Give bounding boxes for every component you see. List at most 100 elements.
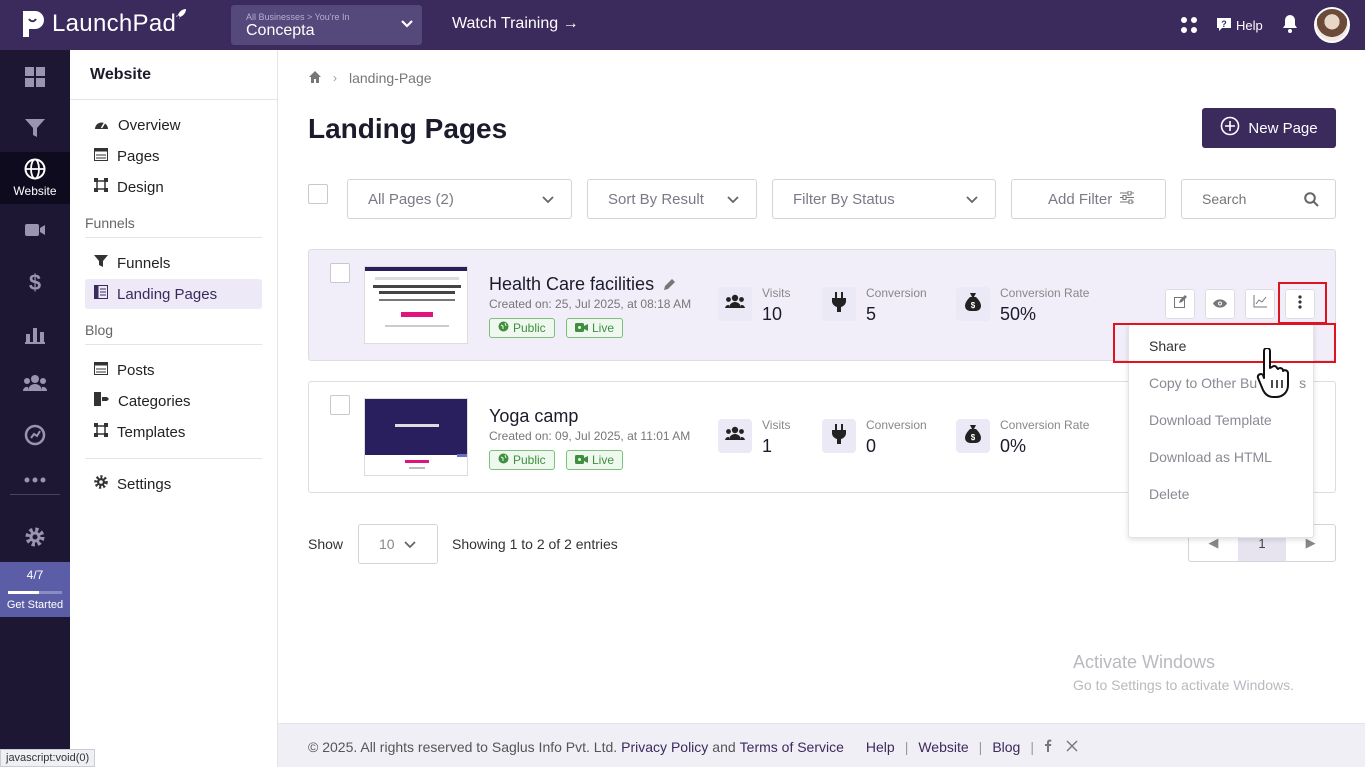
sidebar-item-label: Landing Pages: [117, 285, 218, 303]
visits-stat-icon: [718, 287, 752, 321]
dollar-icon: $: [28, 270, 42, 295]
apps-grid-icon[interactable]: [1180, 16, 1198, 39]
logo[interactable]: LaunchPad: [20, 9, 176, 39]
rail-funnels[interactable]: [0, 117, 70, 144]
chevron-down-icon: [726, 193, 740, 211]
sidebar-item-pages[interactable]: Pages: [85, 141, 262, 171]
privacy-policy-link[interactable]: Privacy Policy: [621, 739, 708, 755]
watermark-line2: Go to Settings to activate Windows.: [1073, 677, 1294, 693]
page-size-value: 10: [379, 536, 395, 552]
notifications-bell-icon[interactable]: [1282, 14, 1298, 39]
search-input[interactable]: [1202, 191, 1292, 207]
page-name[interactable]: Health Care facilities: [489, 274, 654, 295]
video-camera-icon: [24, 222, 46, 243]
footer-blog-link[interactable]: Blog: [992, 739, 1020, 755]
search-icon[interactable]: [1304, 192, 1319, 211]
rail-video[interactable]: [0, 222, 70, 243]
edit-page-button[interactable]: [1165, 289, 1195, 319]
menu-item-delete[interactable]: Delete: [1149, 486, 1189, 502]
get-started-progress-fill: [8, 591, 39, 594]
status-label: Live: [592, 453, 615, 467]
funnel-icon: [24, 117, 46, 144]
x-twitter-icon[interactable]: [1066, 739, 1078, 755]
plus-circle-icon: [1220, 116, 1240, 140]
sort-dropdown[interactable]: Sort By Result: [587, 179, 757, 219]
sidebar-item-funnels[interactable]: Funnels: [85, 248, 262, 278]
sidebar-item-templates[interactable]: Templates: [85, 417, 262, 447]
rail-dashboard[interactable]: [0, 66, 70, 93]
status-badge: Live: [566, 450, 624, 470]
footer-website-link[interactable]: Website: [918, 739, 968, 755]
live-video-icon: [575, 453, 588, 467]
conversion-label: Conversion: [866, 286, 927, 300]
page-thumbnail[interactable]: [364, 266, 468, 344]
user-avatar[interactable]: [1314, 7, 1350, 43]
select-all-checkbox[interactable]: [308, 184, 328, 204]
menu-item-copy-label-tail: s: [1299, 375, 1307, 391]
help-icon: ?: [1216, 16, 1232, 35]
conversion-stat-icon: [822, 287, 856, 321]
row-checkbox[interactable]: [330, 395, 350, 415]
svg-text:?: ?: [1221, 19, 1227, 29]
chevron-down-icon: [965, 193, 979, 211]
visibility-badge: Public: [489, 450, 555, 470]
sidebar-item-categories[interactable]: Categories: [85, 386, 262, 416]
business-selector[interactable]: All Businesses > You're In Concepta: [231, 5, 422, 45]
add-filter-button[interactable]: Add Filter: [1011, 179, 1166, 219]
chevron-down-icon: [541, 193, 555, 211]
rail-analytics[interactable]: [0, 324, 70, 349]
rail-reports[interactable]: [0, 424, 70, 451]
sidebar-divider: [85, 458, 262, 459]
get-started-count: 4/7: [26, 568, 44, 582]
status-label: Live: [592, 321, 615, 335]
search-box[interactable]: [1181, 179, 1336, 219]
home-icon[interactable]: [308, 70, 322, 89]
rail-contacts[interactable]: [0, 374, 70, 397]
conversion-rate-stat-icon: $: [956, 287, 990, 321]
watch-training-link[interactable]: Watch Training →: [452, 15, 579, 33]
status-filter-label: Filter By Status: [793, 190, 895, 208]
business-name: Concepta: [246, 22, 315, 39]
analytics-icon: [24, 324, 46, 349]
browser-status-bar: javascript:void(0): [0, 749, 96, 767]
sidebar-item-posts[interactable]: Posts: [85, 355, 262, 385]
sidebar-section-funnels: Funnels: [85, 215, 135, 231]
all-pages-dropdown[interactable]: All Pages (2): [347, 179, 572, 219]
facebook-icon[interactable]: [1044, 739, 1052, 755]
rail-more[interactable]: [0, 470, 70, 488]
footer-help-link[interactable]: Help: [866, 739, 895, 755]
new-page-button[interactable]: New Page: [1202, 108, 1336, 148]
pencil-icon[interactable]: [663, 278, 676, 296]
users-group-icon: [725, 426, 745, 446]
conversion-value: 0: [866, 436, 877, 456]
sidebar-item-design[interactable]: Design: [85, 172, 262, 202]
row-checkbox[interactable]: [330, 263, 350, 283]
rail-settings[interactable]: [0, 526, 70, 553]
chevron-down-icon: [403, 538, 417, 555]
page-name[interactable]: Yoga camp: [489, 406, 578, 427]
sidebar-item-landing-pages[interactable]: Landing Pages: [85, 279, 262, 309]
rail-payments[interactable]: $: [0, 270, 70, 296]
edit-icon: [1173, 295, 1187, 313]
help-button[interactable]: ? Help: [1216, 16, 1263, 35]
get-started-widget[interactable]: 4/7 Get Started: [0, 562, 70, 617]
menu-item-download-html[interactable]: Download as HTML: [1149, 449, 1272, 465]
rail-website[interactable]: [0, 158, 70, 185]
menu-item-download-template[interactable]: Download Template: [1149, 412, 1272, 428]
status-filter-dropdown[interactable]: Filter By Status: [772, 179, 996, 219]
gear-icon: [24, 526, 46, 553]
page-analytics-button[interactable]: [1245, 289, 1275, 319]
preview-page-button[interactable]: [1205, 289, 1235, 319]
conversion-rate-value: 0%: [1000, 436, 1027, 456]
sidebar-item-overview[interactable]: Overview: [85, 110, 262, 140]
terms-link[interactable]: Terms of Service: [740, 739, 844, 755]
visibility-label: Public: [513, 321, 546, 335]
visits-label: Visits: [762, 418, 791, 432]
page-size-select[interactable]: 10: [358, 524, 438, 564]
sidebar-section-blog: Blog: [85, 322, 114, 338]
page-thumbnail[interactable]: [364, 398, 468, 476]
all-pages-label: All Pages (2): [368, 190, 454, 208]
get-started-label: Get Started: [6, 599, 64, 611]
sidebar-item-settings[interactable]: Settings: [85, 469, 262, 499]
list-layout-icon: [94, 285, 108, 303]
